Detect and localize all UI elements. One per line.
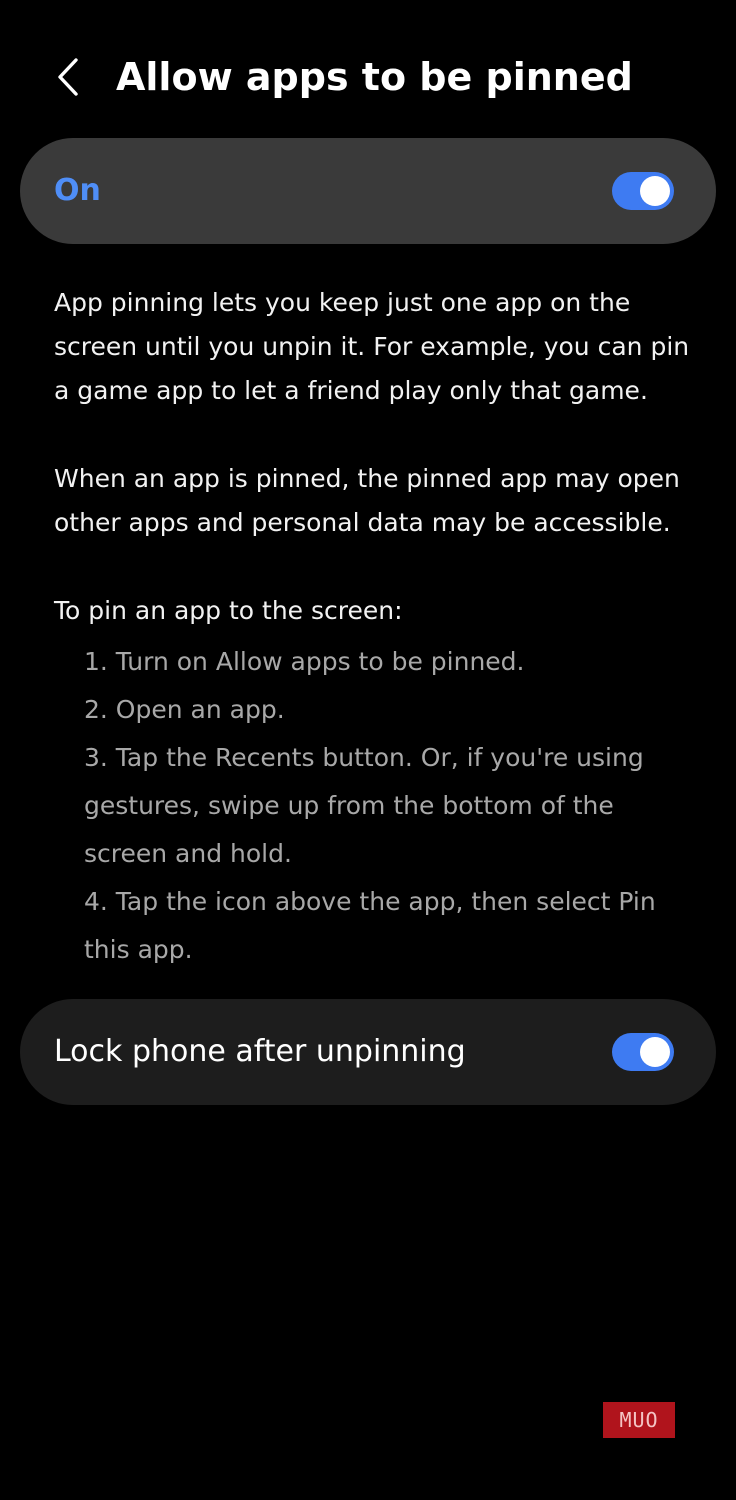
- master-switch-label: On: [54, 173, 101, 208]
- lock-after-unpin-row[interactable]: Lock phone after unpinning: [20, 999, 716, 1105]
- page-title: Allow apps to be pinned: [116, 55, 633, 99]
- master-switch-toggle[interactable]: [612, 172, 674, 210]
- step-item: 3. Tap the Recents button. Or, if you're…: [84, 743, 644, 868]
- app-bar: Allow apps to be pinned: [0, 0, 736, 150]
- toggle-knob: [640, 176, 670, 206]
- toggle-knob: [640, 1037, 670, 1067]
- back-button[interactable]: [44, 50, 92, 104]
- step-item: 4. Tap the icon above the app, then sele…: [84, 887, 656, 964]
- master-switch-row[interactable]: On: [20, 138, 716, 244]
- lock-after-unpin-toggle[interactable]: [612, 1033, 674, 1071]
- lock-after-unpin-label: Lock phone after unpinning: [54, 1034, 466, 1069]
- chevron-left-icon: [58, 58, 78, 96]
- watermark-logo: MUO: [603, 1402, 675, 1438]
- steps-heading: To pin an app to the screen:: [54, 596, 403, 625]
- warning-paragraph: When an app is pinned, the pinned app ma…: [54, 464, 680, 537]
- description-paragraph: App pinning lets you keep just one app o…: [54, 288, 690, 405]
- step-item: 2. Open an app.: [84, 695, 285, 724]
- step-item: 1. Turn on Allow apps to be pinned.: [84, 647, 525, 676]
- steps-list: 1. Turn on Allow apps to be pinned. 2. O…: [84, 638, 684, 974]
